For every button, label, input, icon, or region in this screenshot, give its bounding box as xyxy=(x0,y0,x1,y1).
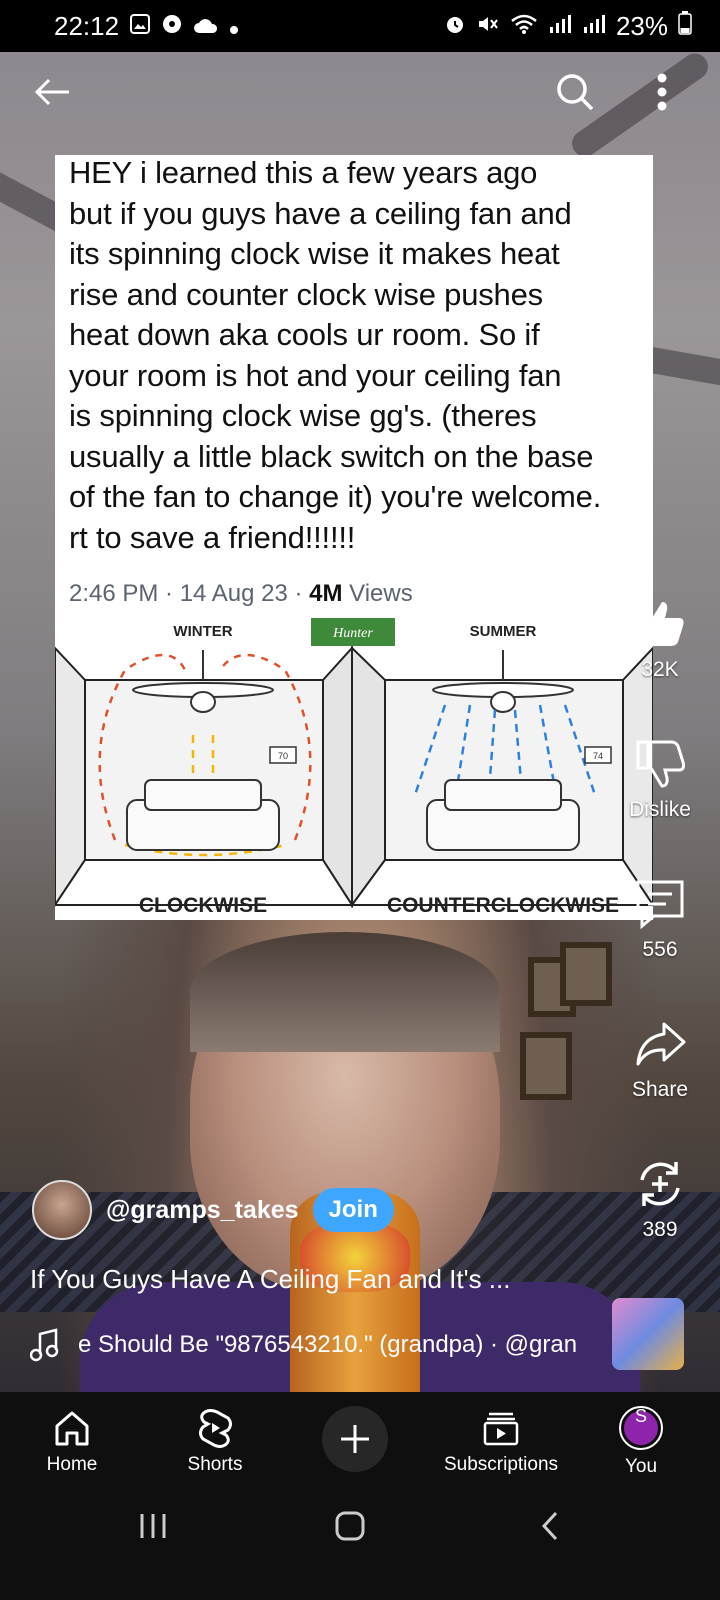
nav-shorts-label: Shorts xyxy=(187,1454,243,1475)
comments-count: 556 xyxy=(642,938,678,961)
status-time: 22:12 xyxy=(54,10,120,41)
dislike-button[interactable]: Dislike xyxy=(600,736,720,822)
comments-button[interactable]: 556 xyxy=(600,876,720,962)
dot-icon xyxy=(229,11,239,42)
tweet-line: your room is hot and your ceiling fan xyxy=(69,357,562,393)
views-count: 4M xyxy=(309,580,343,607)
nav-subscriptions[interactable]: Subscriptions xyxy=(436,1392,566,1492)
remix-icon xyxy=(640,1162,680,1206)
like-count: 32K xyxy=(641,658,679,681)
share-label: Share xyxy=(631,1078,689,1101)
nav-you-label: You xyxy=(624,1456,658,1477)
more-vert-icon xyxy=(657,73,667,111)
you-initial: S xyxy=(634,1406,647,1426)
mute-icon xyxy=(476,11,500,42)
tweet-line: rt to save a friend!!!!!! xyxy=(69,519,356,555)
alarm-icon xyxy=(444,11,466,42)
music-row[interactable]: e Should Be "9876543210." (grandpa) · @g… xyxy=(30,1328,577,1362)
thumbs-down-icon xyxy=(636,740,686,788)
search-button[interactable] xyxy=(545,62,605,122)
home-system-button[interactable] xyxy=(334,1510,366,1542)
counterclockwise-label: COUNTERCLOCKWISE xyxy=(387,894,619,917)
channel-handle[interactable]: @gramps_takes xyxy=(106,1196,299,1225)
nav-home[interactable]: Home xyxy=(22,1392,122,1492)
wifi-icon xyxy=(510,11,538,42)
fan-direction-diagram: 70 74 WINTER Hunter SUMMER CLOCKWISE COU… xyxy=(55,610,653,920)
summer-label: SUMMER xyxy=(470,623,537,640)
sound-thumbnail[interactable] xyxy=(612,1298,684,1370)
system-nav-bar xyxy=(0,1492,720,1600)
nav-home-label: Home xyxy=(46,1454,98,1475)
recent-apps-button[interactable] xyxy=(138,1512,168,1540)
join-button[interactable]: Join xyxy=(312,1188,394,1232)
dislike-label: Dislike xyxy=(629,798,691,821)
nav-you[interactable]: S You xyxy=(596,1392,686,1492)
tweet-line: usually a little black switch on the bas… xyxy=(69,438,594,474)
tweet-timestamp: 2:46 PM · 14 Aug 23 · xyxy=(69,580,310,607)
nav-subscriptions-label: Subscriptions xyxy=(443,1454,559,1475)
soccer-icon xyxy=(161,11,183,42)
top-bar xyxy=(0,62,720,126)
tweet-line: but if you guys have a ceiling fan and xyxy=(69,195,572,231)
thumbs-up-icon xyxy=(638,602,684,646)
tweet-line: rise and counter clock wise pushes xyxy=(69,276,543,312)
share-icon xyxy=(636,1022,686,1066)
channel-row: @gramps_takes Join xyxy=(32,1180,394,1240)
nav-shorts[interactable]: Shorts xyxy=(165,1392,265,1492)
back-arrow-icon xyxy=(34,78,69,106)
search-icon xyxy=(557,74,594,111)
brand-logo: Hunter xyxy=(332,626,373,641)
thermostat-left: 70 xyxy=(278,751,288,761)
shorts-icon xyxy=(199,1409,232,1448)
more-options-button[interactable] xyxy=(632,62,692,122)
winter-label: WINTER xyxy=(173,623,232,640)
remix-button[interactable]: 389 xyxy=(600,1156,720,1242)
overlay-image-card: HEY i learned this a few years ago but i… xyxy=(55,155,653,920)
wall-picture xyxy=(520,1032,572,1100)
tweet-line: HEY i learned this a few years ago xyxy=(69,155,538,190)
back-button[interactable] xyxy=(22,62,82,122)
video-title[interactable]: If You Guys Have A Ceiling Fan and It's … xyxy=(30,1264,510,1295)
battery-icon xyxy=(678,10,692,42)
like-button[interactable]: 32K xyxy=(600,596,720,682)
home-icon xyxy=(55,1411,89,1446)
tweet-line: heat down aka cools ur room. So if xyxy=(69,317,540,352)
nav-create[interactable] xyxy=(320,1392,390,1492)
tweet-line: its spinning clock wise it makes heat xyxy=(69,236,560,271)
channel-avatar[interactable] xyxy=(32,1180,92,1240)
views-label: Views xyxy=(342,580,413,607)
add-icon xyxy=(322,1406,388,1472)
gallery-icon xyxy=(129,11,151,42)
cloud-icon xyxy=(193,11,219,42)
battery-text: 23% xyxy=(615,10,668,41)
signal-icon xyxy=(548,11,572,42)
share-button[interactable]: Share xyxy=(600,1016,720,1102)
tweet-line: of the fan to change it) you're welcome. xyxy=(69,479,602,514)
music-note-icon xyxy=(30,1328,59,1362)
bottom-nav: Home Shorts Subscriptions S You xyxy=(0,1392,720,1492)
subscriptions-icon xyxy=(483,1412,519,1446)
back-system-button[interactable] xyxy=(540,1510,560,1542)
clockwise-label: CLOCKWISE xyxy=(139,894,267,917)
tweet-text: HEY i learned this a few years ago but i… xyxy=(55,155,653,558)
music-text: e Should Be "9876543210." (grandpa) · @g… xyxy=(78,1331,578,1358)
comment-icon xyxy=(636,880,684,930)
person-hair xyxy=(190,932,500,1052)
tweet-meta: 2:46 PM · 14 Aug 23 · 4M Views xyxy=(69,580,639,608)
remix-count: 389 xyxy=(642,1218,678,1241)
tweet-line: is spinning clock wise gg's. (theres xyxy=(69,398,537,433)
signal-icon-2 xyxy=(582,11,606,42)
status-bar: 22:12 23% xyxy=(0,0,720,52)
